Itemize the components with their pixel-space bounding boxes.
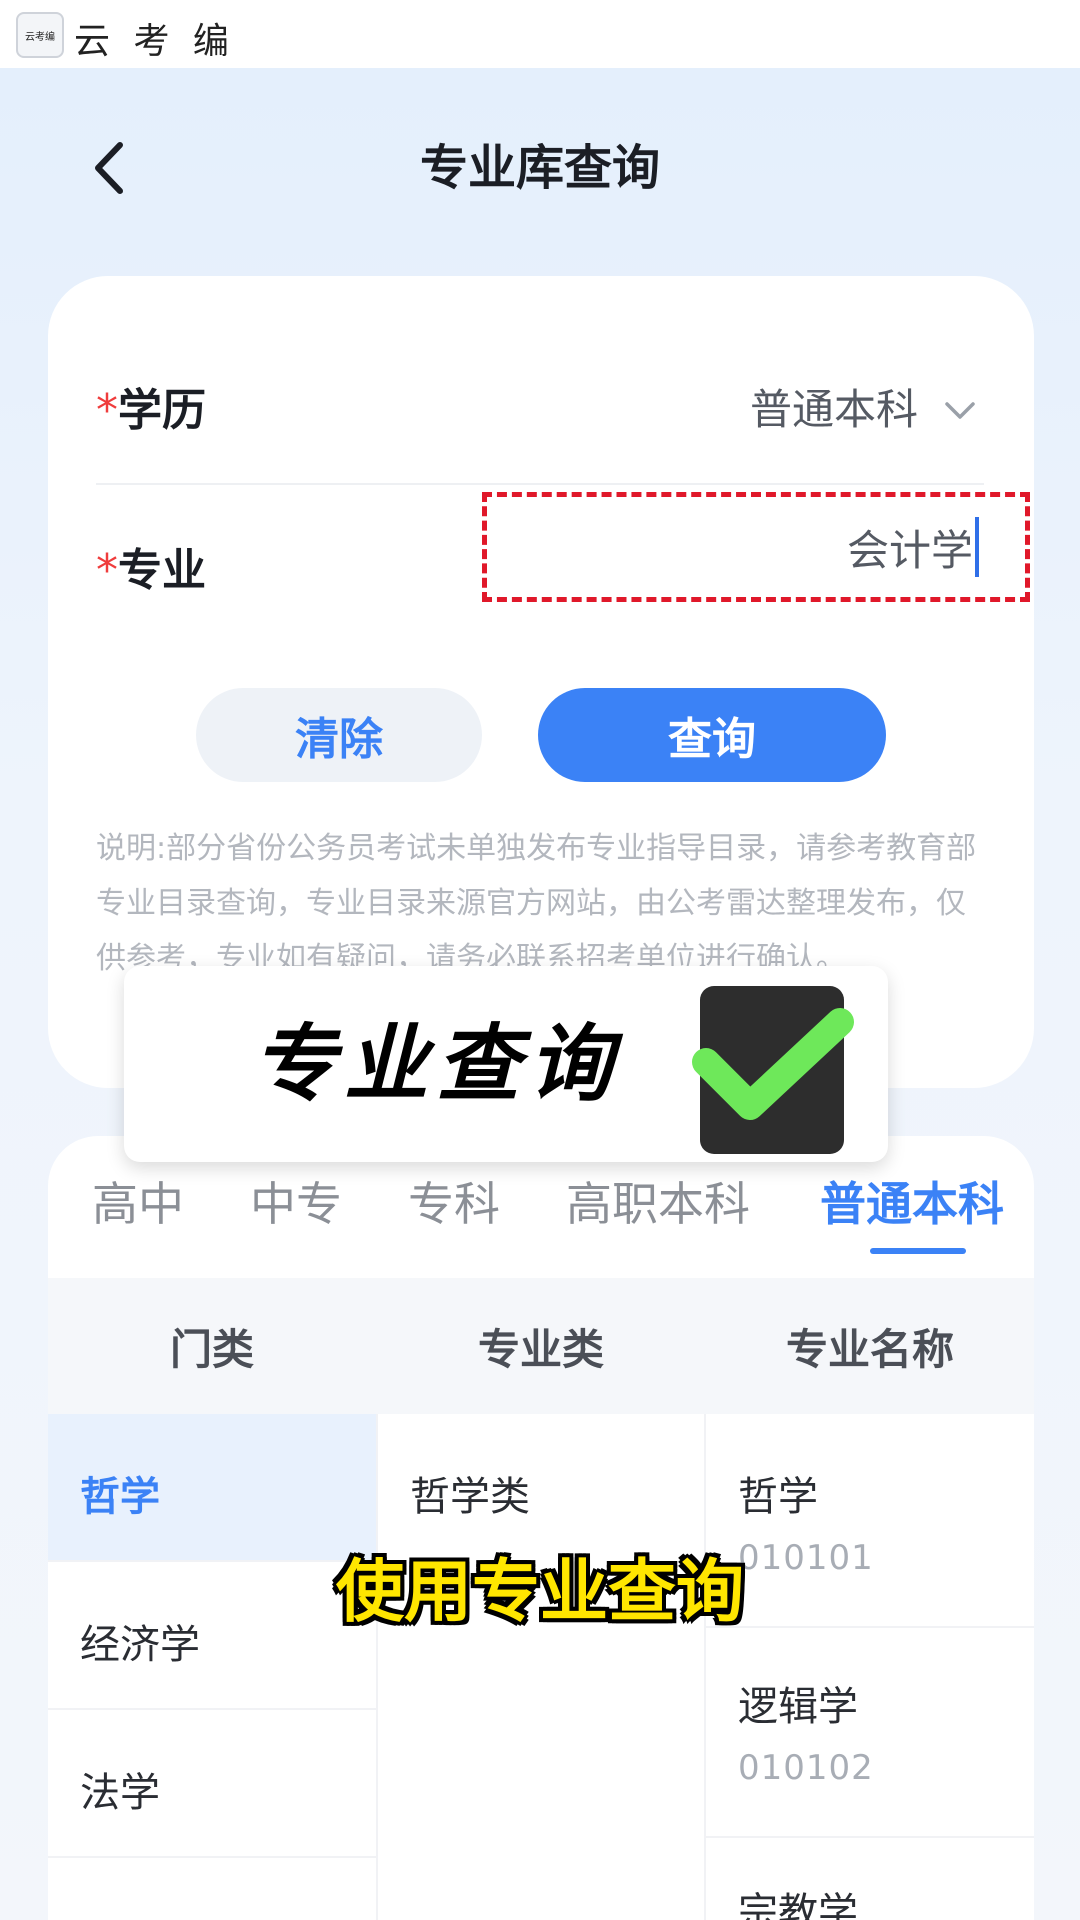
- text-caret: [975, 517, 979, 577]
- major-input-value: 会计学: [846, 525, 973, 575]
- watermark-bar: 云考编 云 考 编: [0, 0, 1080, 68]
- watermark-name: 云 考 编: [74, 21, 235, 62]
- education-select[interactable]: 普通本科: [750, 376, 976, 437]
- watermark-logo-text: 云考编: [25, 31, 55, 43]
- query-button[interactable]: 查询: [538, 688, 886, 782]
- app-screen: 专业库查询 *学历 普通本科 *专业 清除 查询 说明:部分省份公务员考试未单独…: [0, 68, 1080, 1920]
- category-item-education[interactable]: 教育学: [48, 1858, 376, 1920]
- major-item-code: 010102: [738, 1748, 874, 1788]
- active-tab-indicator: [870, 1248, 966, 1254]
- major-item-name[interactable]: 哲学: [738, 1464, 818, 1522]
- checkmark-icon: [692, 1008, 854, 1120]
- video-caption: 使用专业查询: [335, 1553, 744, 1632]
- major-input[interactable]: 会计学: [482, 492, 1030, 602]
- major-label-text: 专业: [118, 545, 206, 596]
- overlay-banner: 专业查询: [124, 966, 888, 1162]
- education-label: *学历: [96, 374, 206, 438]
- tab-vocational-bachelor[interactable]: 高职本科: [566, 1168, 750, 1234]
- education-select-value: 普通本科: [749, 385, 918, 434]
- disclaimer-note: 说明:部分省份公务员考试未单独发布专业指导目录，请参考教育部专业目录查询，专业目…: [96, 831, 977, 976]
- page-title: 专业库查询: [419, 140, 660, 196]
- education-label-text: 学历: [118, 385, 206, 436]
- major-item-name[interactable]: 逻辑学: [738, 1674, 858, 1732]
- category-item-label: 哲学: [80, 1474, 160, 1520]
- column-header-major-name: 专业名称: [706, 1278, 1034, 1414]
- column-divider: [376, 1414, 378, 1920]
- watermark-logo: 云考编: [16, 12, 64, 58]
- form-divider: [96, 483, 984, 485]
- overlay-text: 专业查询: [252, 1015, 621, 1113]
- clear-button[interactable]: 清除: [196, 688, 482, 782]
- tab-high-school[interactable]: 高中: [92, 1168, 184, 1234]
- major-label: *专业: [96, 534, 206, 598]
- tab-secondary-vocational[interactable]: 中专: [250, 1168, 342, 1234]
- chevron-down-icon: [944, 382, 976, 431]
- category-item-law[interactable]: 法学: [48, 1710, 376, 1856]
- required-mark: *: [96, 545, 118, 596]
- category-item-label: 教育学: [80, 1908, 200, 1920]
- subcategory-item-philosophy[interactable]: 哲学类: [410, 1464, 530, 1522]
- major-item-name[interactable]: 宗教学: [738, 1880, 858, 1920]
- tab-junior-college[interactable]: 专科: [408, 1168, 500, 1234]
- column-header-subcategory: 专业类: [376, 1278, 706, 1414]
- category-item-label: 法学: [80, 1770, 160, 1816]
- required-mark: *: [96, 385, 118, 436]
- column-header-category: 门类: [48, 1278, 376, 1414]
- column-divider: [704, 1414, 706, 1920]
- tab-regular-bachelor[interactable]: 普通本科: [820, 1168, 1004, 1234]
- row-separator: [706, 1836, 1034, 1838]
